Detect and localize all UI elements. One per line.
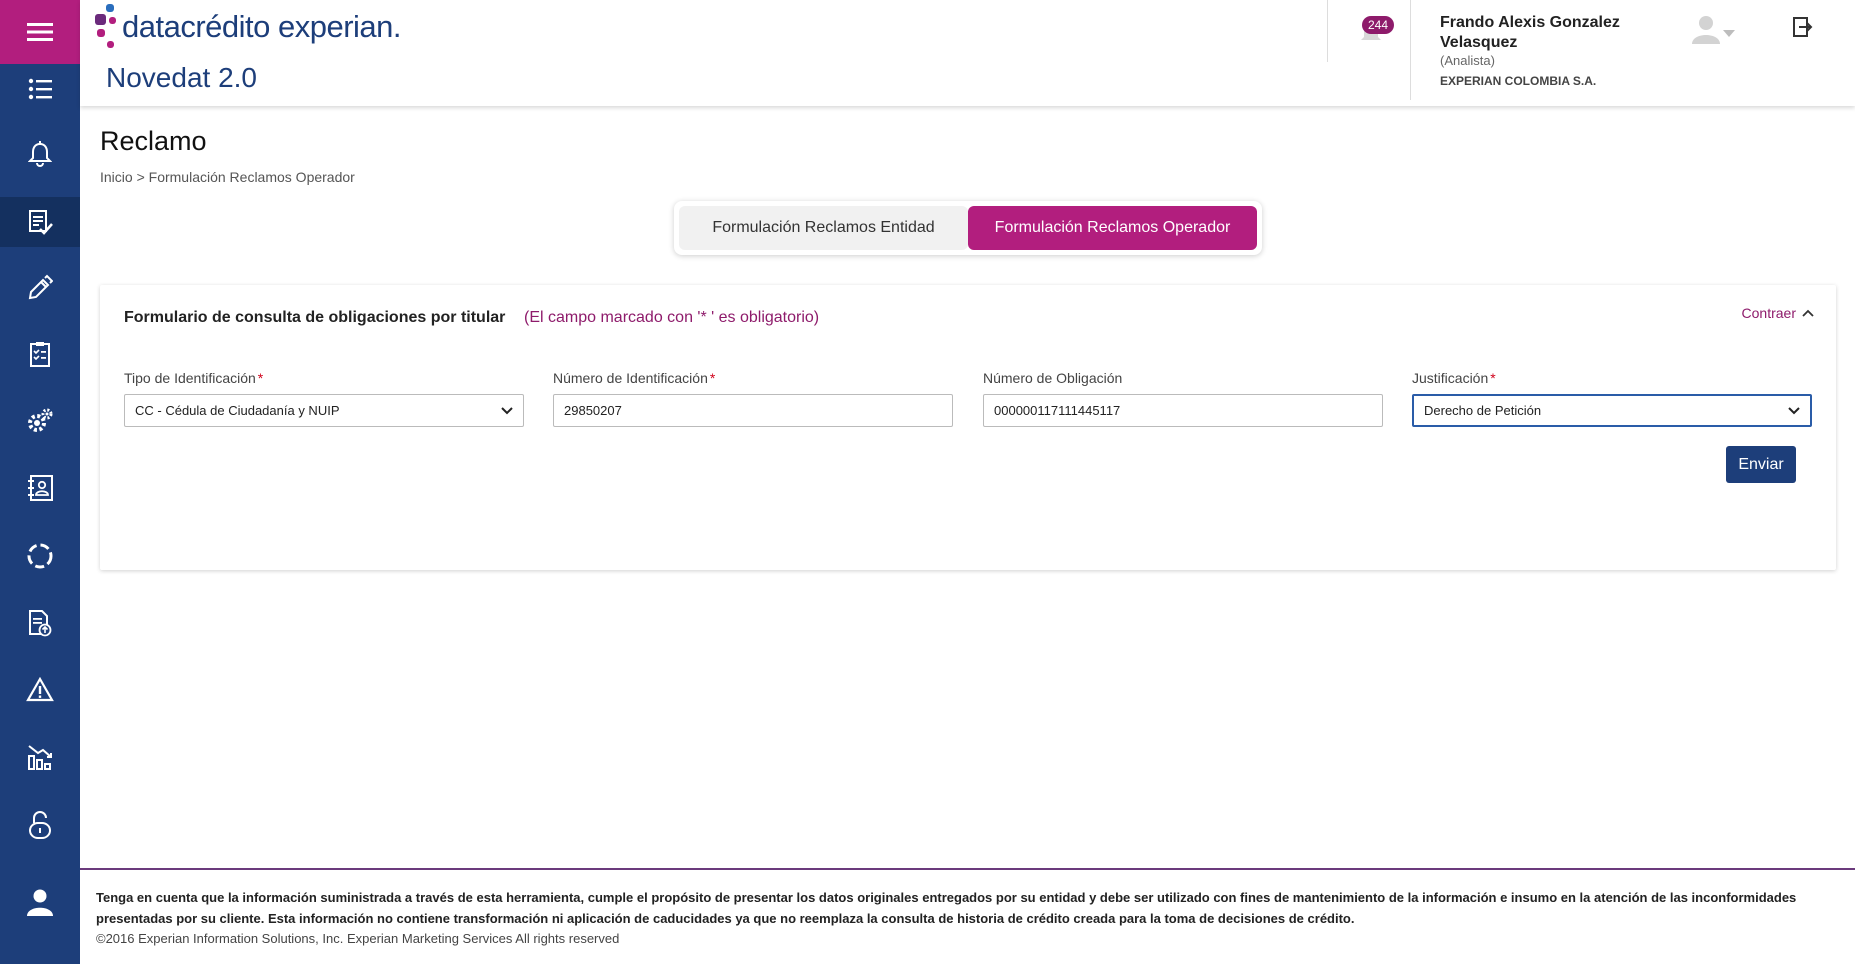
sidebar-item-checklist[interactable]: [0, 330, 80, 378]
tipo-id-value: CC - Cédula de Ciudadanía y NUIP: [135, 403, 340, 418]
app-title: Novedat 2.0: [106, 62, 257, 93]
collapse-label: Contraer: [1741, 305, 1796, 321]
logout-button[interactable]: [1791, 16, 1815, 40]
sidebar: [0, 0, 80, 964]
enviar-button[interactable]: Enviar: [1726, 446, 1796, 483]
contact-book-icon: [28, 475, 53, 501]
sidebar-item-settings[interactable]: [0, 397, 80, 445]
header-divider: [1327, 0, 1328, 62]
logout-icon: [1793, 17, 1813, 37]
sidebar-item-reports[interactable]: [0, 733, 80, 781]
sidebar-item-contacts[interactable]: [0, 464, 80, 512]
user-role: (Analista): [1440, 53, 1495, 68]
chevron-down-icon: [1788, 406, 1800, 414]
hamburger-menu-button[interactable]: [0, 0, 80, 64]
sidebar-item-edit[interactable]: [0, 263, 80, 311]
pencil-icon: [28, 274, 53, 300]
logo-dots: [94, 2, 120, 52]
document-upload-icon: [29, 610, 52, 637]
user-name: Frando Alexis Gonzalez Velasquez: [1440, 14, 1620, 51]
brand-logo[interactable]: datacrédito experian.: [94, 2, 402, 52]
justificacion-select[interactable]: Derecho de Petición: [1412, 394, 1812, 427]
form-title: Formulario de consulta de obligaciones p…: [124, 309, 506, 326]
tab-group: Formulación Reclamos Entidad Formulación…: [674, 201, 1262, 255]
chart-down-icon: [28, 745, 52, 770]
justificacion-label: Justificación *: [1412, 370, 1496, 386]
page-title: Reclamo: [100, 126, 207, 156]
sidebar-item-sync[interactable]: [0, 532, 80, 580]
numero-obligacion-value: 000000117111445117: [994, 403, 1121, 418]
bell-icon: [28, 141, 52, 167]
sidebar-item-profile[interactable]: [0, 878, 80, 926]
sidebar-item-reclamos[interactable]: [0, 197, 80, 247]
numero-obligacion-label: Número de Obligación: [983, 370, 1123, 386]
warning-icon: [26, 677, 54, 702]
hamburger-icon: [27, 23, 53, 41]
chevron-down-icon: [1723, 30, 1735, 37]
numero-obligacion-input[interactable]: 000000117111445117: [983, 394, 1383, 427]
numero-id-label: Número de Identificación *: [553, 370, 716, 386]
sidebar-item-security[interactable]: [0, 801, 80, 849]
tipo-id-label: Tipo de Identificación *: [124, 370, 264, 386]
footer-copyright: ©2016 Experian Information Solutions, In…: [96, 931, 620, 946]
logo-text: datacrédito experian.: [122, 9, 402, 44]
top-header: datacrédito experian. Novedat 2.0 244 Fr…: [80, 0, 1855, 106]
tipo-id-select[interactable]: CC - Cédula de Ciudadanía y NUIP: [124, 394, 524, 427]
footer-disclaimer: Tenga en cuenta que la información sumin…: [96, 890, 1797, 926]
tab-reclamos-entidad[interactable]: Formulación Reclamos Entidad: [679, 206, 968, 250]
chevron-down-icon: [501, 406, 513, 414]
collapse-toggle[interactable]: Contraer: [1742, 305, 1814, 321]
sidebar-item-notifications[interactable]: [0, 130, 80, 178]
footer-divider: [80, 868, 1855, 870]
notification-count-badge[interactable]: 244: [1362, 16, 1395, 34]
tab-reclamos-operador[interactable]: Formulación Reclamos Operador: [968, 206, 1257, 250]
breadcrumb[interactable]: Inicio > Formulación Reclamos Operador: [100, 169, 355, 185]
user-menu-button[interactable]: [1690, 14, 1740, 44]
sync-circle-icon: [27, 543, 53, 569]
sidebar-item-upload[interactable]: [0, 599, 80, 647]
avatar-icon: [1692, 16, 1720, 44]
document-check-icon: [29, 210, 53, 235]
query-form-card: Formulario de consulta de obligaciones p…: [100, 285, 1836, 570]
list-icon: [28, 78, 52, 100]
user-icon: [27, 889, 53, 916]
numero-id-input[interactable]: 29850207: [553, 394, 953, 427]
sidebar-item-alerts[interactable]: [0, 666, 80, 714]
justificacion-value: Derecho de Petición: [1424, 403, 1542, 418]
gears-icon: [28, 408, 53, 432]
chevron-up-icon: [1802, 309, 1814, 317]
numero-id-value: 29850207: [564, 403, 622, 418]
sidebar-item-list[interactable]: [0, 65, 80, 113]
user-company: EXPERIAN COLOMBIA S.A.: [1440, 74, 1597, 88]
checklist-icon: [30, 342, 50, 367]
required-note: (El campo marcado con '* ' es obligatori…: [524, 309, 820, 326]
unlock-icon: [29, 811, 51, 839]
